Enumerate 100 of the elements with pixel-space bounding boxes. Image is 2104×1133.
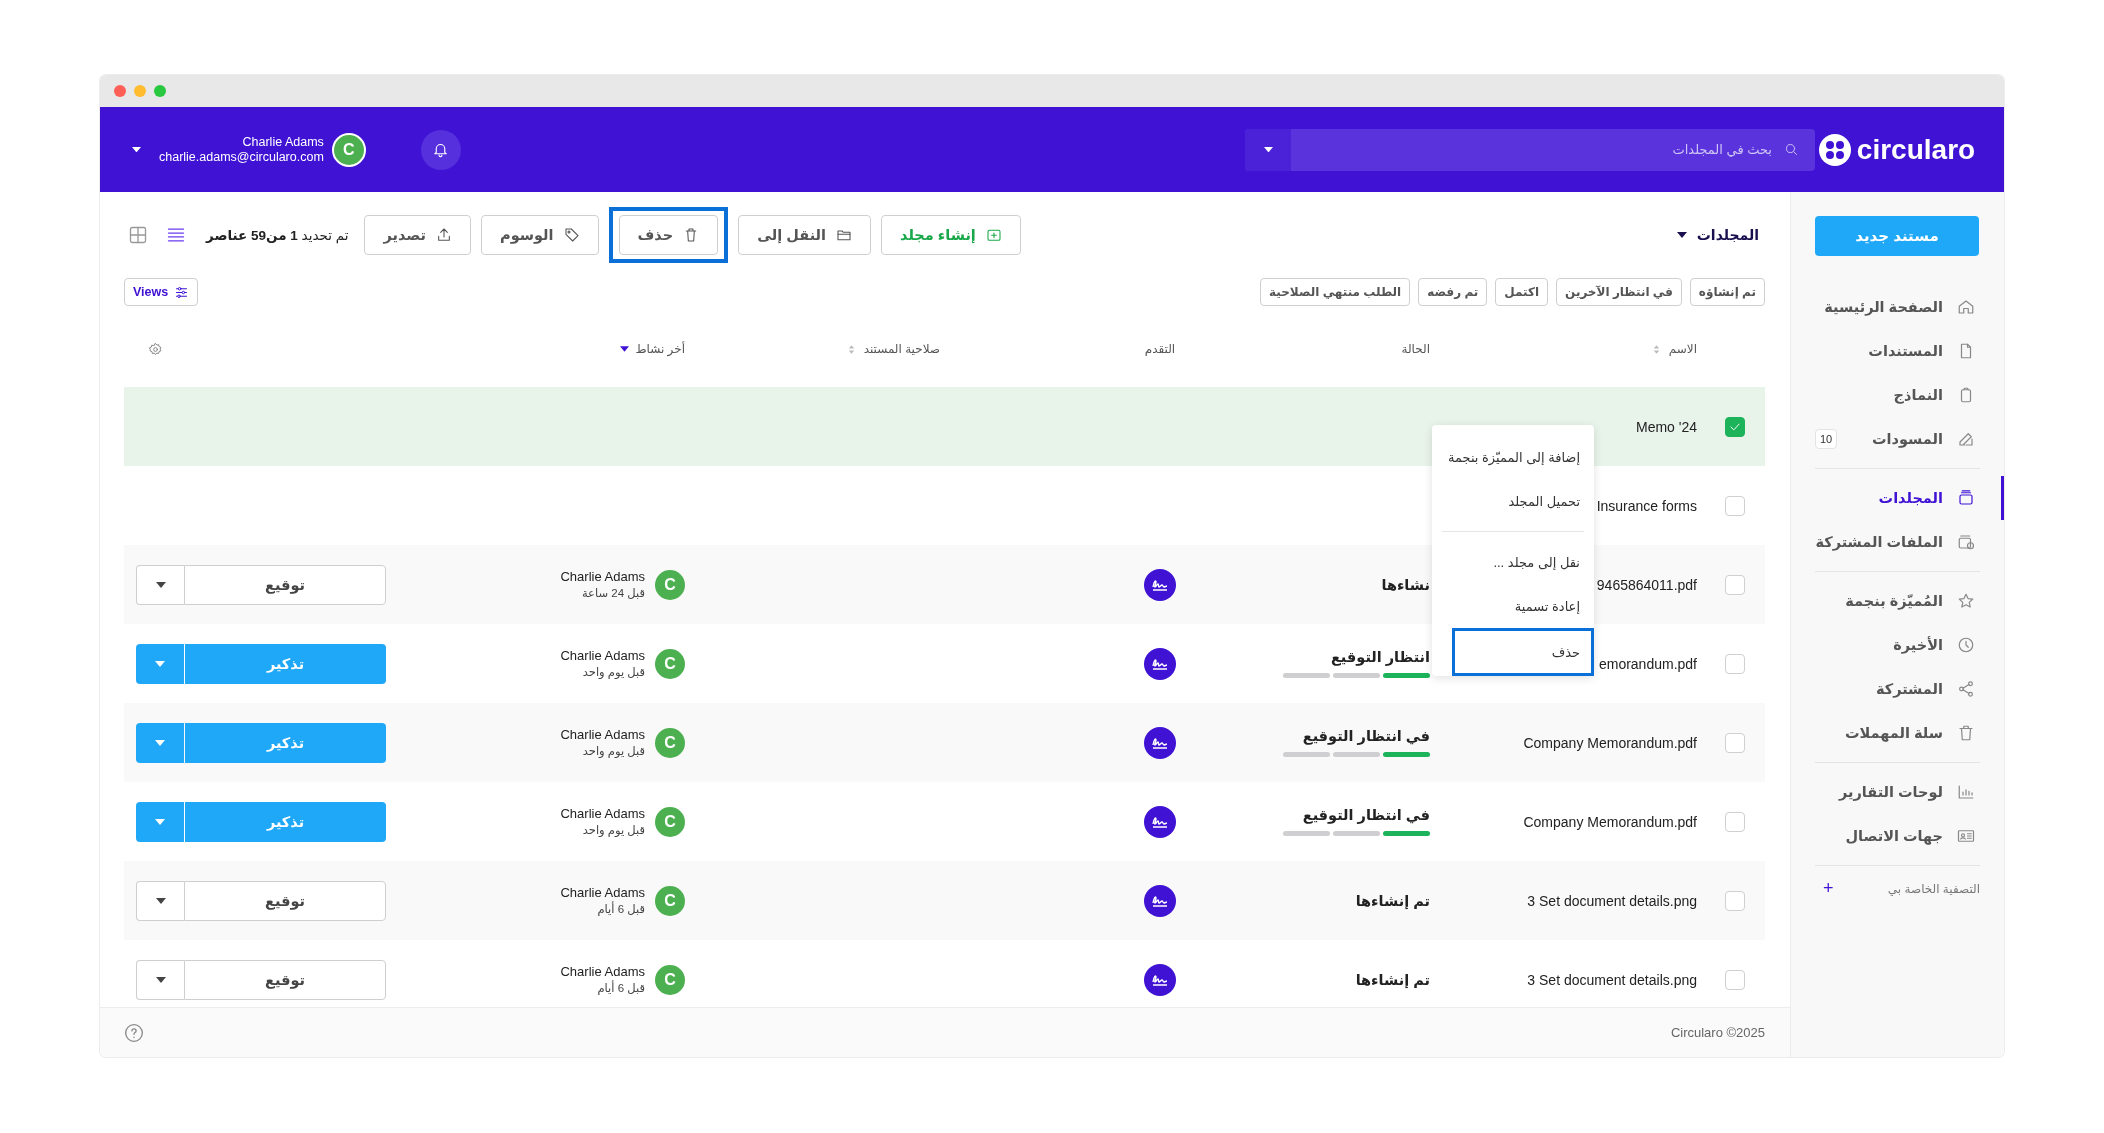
settings-button[interactable] <box>148 341 163 357</box>
trash-icon <box>1957 724 1975 742</box>
file-name[interactable]: Company Memorandum.pdf <box>1523 734 1697 751</box>
column-header[interactable]: التقدم <box>1144 342 1176 356</box>
file-name[interactable]: 9465864011.pdf <box>1596 576 1697 593</box>
toolbar-button[interactable]: تصدير <box>364 215 472 255</box>
sidebar-item[interactable]: المستندات <box>1791 329 2004 373</box>
filter-chip[interactable]: تم رفضه <box>1418 278 1488 306</box>
filter-chip[interactable]: اكتمل <box>1495 278 1549 306</box>
menu-item[interactable]: تحميل المجلد <box>1432 479 1594 523</box>
menu-item[interactable]: إعادة تسمية <box>1452 584 1594 628</box>
folder-plus-icon <box>985 227 1002 243</box>
action-dropdown-button[interactable] <box>136 564 184 605</box>
status-text: تم إنشاءها <box>1355 971 1430 988</box>
row-checkbox[interactable] <box>1725 653 1745 674</box>
upload-icon <box>436 227 453 243</box>
action-button[interactable]: توقيع <box>184 880 386 921</box>
filter-chip[interactable]: تم إنشاؤه <box>1689 278 1765 306</box>
user-avatar: C <box>655 885 685 916</box>
file-name[interactable]: emorandum.pdf <box>1598 655 1697 672</box>
menu-item[interactable]: نقل إلى مجلد ... <box>1452 540 1594 584</box>
folders-dropdown[interactable]: المجلدات <box>1670 226 1765 244</box>
signature-icon <box>1144 884 1176 917</box>
caret-icon <box>132 146 141 153</box>
tag-icon <box>563 227 580 243</box>
sidebar-item[interactable]: لوحات التقارير <box>1791 770 2004 814</box>
activity-time: قبل يوم واحد <box>582 664 645 681</box>
column-header[interactable]: الاسم <box>1668 342 1697 356</box>
views-button[interactable]: Views <box>124 278 199 306</box>
count-badge: 10 <box>1815 429 1838 449</box>
sidebar-item[interactable]: النماذج <box>1791 373 2004 417</box>
column-header[interactable]: الحالة <box>1401 342 1430 356</box>
star-icon <box>1957 592 1975 610</box>
user-avatar: C <box>655 727 685 758</box>
menu-item[interactable]: حذف <box>1452 628 1594 676</box>
action-button[interactable]: توقيع <box>184 959 386 1000</box>
window-maximize-button[interactable] <box>154 85 166 97</box>
row-checkbox[interactable] <box>1725 890 1745 911</box>
sidebar-item[interactable]: جهات الاتصال <box>1791 814 2004 858</box>
sidebar-item[interactable]: الصفحة الرئيسية <box>1791 285 2004 329</box>
add-filter-button[interactable]: + <box>1815 878 1842 899</box>
column-header[interactable]: صلاحية المستند <box>863 342 940 356</box>
row-checkbox[interactable] <box>1725 732 1745 753</box>
caret-icon <box>1263 146 1273 153</box>
help-button[interactable] <box>124 1022 144 1043</box>
activity-time: قبل 6 أيام <box>597 979 645 997</box>
file-name[interactable]: Insurance forms <box>1596 497 1697 514</box>
file-name[interactable]: Memo '24 <box>1635 418 1697 435</box>
sidebar-item[interactable]: سلة المهملات <box>1791 711 2004 755</box>
activity-user: Charlie Adams <box>560 962 645 980</box>
file-name[interactable]: 3 Set document details.png <box>1527 971 1697 988</box>
action-dropdown-button[interactable] <box>136 959 184 1000</box>
toolbar-button[interactable]: حذف <box>618 215 719 255</box>
row-checkbox[interactable] <box>1725 811 1745 832</box>
file-name[interactable]: 3 Set document details.png <box>1527 892 1697 909</box>
filter-chip[interactable]: في انتظار الآخرين <box>1556 278 1682 306</box>
action-dropdown-button[interactable] <box>136 643 184 684</box>
sidebar-item[interactable]: المُميّزة بنجمة <box>1791 579 2004 623</box>
filter-chip[interactable]: الطلب منتهي الصلاحية <box>1259 278 1411 306</box>
toolbar-button[interactable]: النقل إلى <box>738 215 872 255</box>
row-checkbox[interactable] <box>1725 574 1745 595</box>
signature-icon <box>1144 726 1176 759</box>
row-checkbox[interactable] <box>1725 969 1745 990</box>
status-text: في انتظار التوقيع <box>1302 728 1430 744</box>
menu-item[interactable]: إضافة إلى المميّزة بنجمة <box>1432 435 1594 479</box>
clock-icon <box>1957 636 1975 654</box>
activity-user: Charlie Adams <box>560 646 645 664</box>
action-dropdown-button[interactable] <box>136 801 184 842</box>
pencil-icon <box>1957 430 1975 448</box>
file-name[interactable]: Company Memorandum.pdf <box>1523 813 1697 830</box>
window-minimize-button[interactable] <box>134 85 146 97</box>
caret-icon <box>155 818 165 825</box>
folder-icon <box>836 227 853 243</box>
sidebar-item[interactable]: الملفات المشتركة <box>1791 520 2004 564</box>
settings-icon <box>148 341 163 357</box>
home-icon <box>1957 298 1975 316</box>
search-field[interactable]: بحث في المجلدات <box>1301 141 1774 158</box>
user-name: Charlie Adams <box>242 134 324 150</box>
action-dropdown-button[interactable] <box>136 880 184 921</box>
action-button[interactable]: توقيع <box>184 564 386 605</box>
caret-icon <box>155 739 165 746</box>
sort-descending-icon[interactable] <box>620 346 630 352</box>
signature-icon <box>1144 805 1176 838</box>
search-dropdown-button[interactable] <box>1245 128 1291 171</box>
column-header[interactable]: أخر نشاط <box>635 342 685 356</box>
status-text: انتظار التوقيع <box>1330 649 1430 665</box>
row-checkbox[interactable] <box>1725 495 1745 516</box>
window-close-button[interactable] <box>114 85 126 97</box>
user-avatar: C <box>655 569 685 600</box>
sidebar-item[interactable]: المجلدات <box>1791 476 2004 520</box>
search-bar[interactable]: بحث في المجلدات <box>1245 128 1815 171</box>
sidebar-item[interactable]: الأخيرة <box>1791 623 2004 667</box>
caret-icon <box>155 660 165 667</box>
grid-icon <box>128 225 148 245</box>
activity-time: قبل 6 أيام <box>597 900 645 918</box>
toolbar-button[interactable]: الوسوم <box>481 215 599 255</box>
status-text: نشاءها <box>1381 576 1430 593</box>
sidebar-item[interactable]: المشتركة <box>1791 667 2004 711</box>
action-dropdown-button[interactable] <box>136 722 184 763</box>
row-checkbox[interactable] <box>1725 416 1745 437</box>
